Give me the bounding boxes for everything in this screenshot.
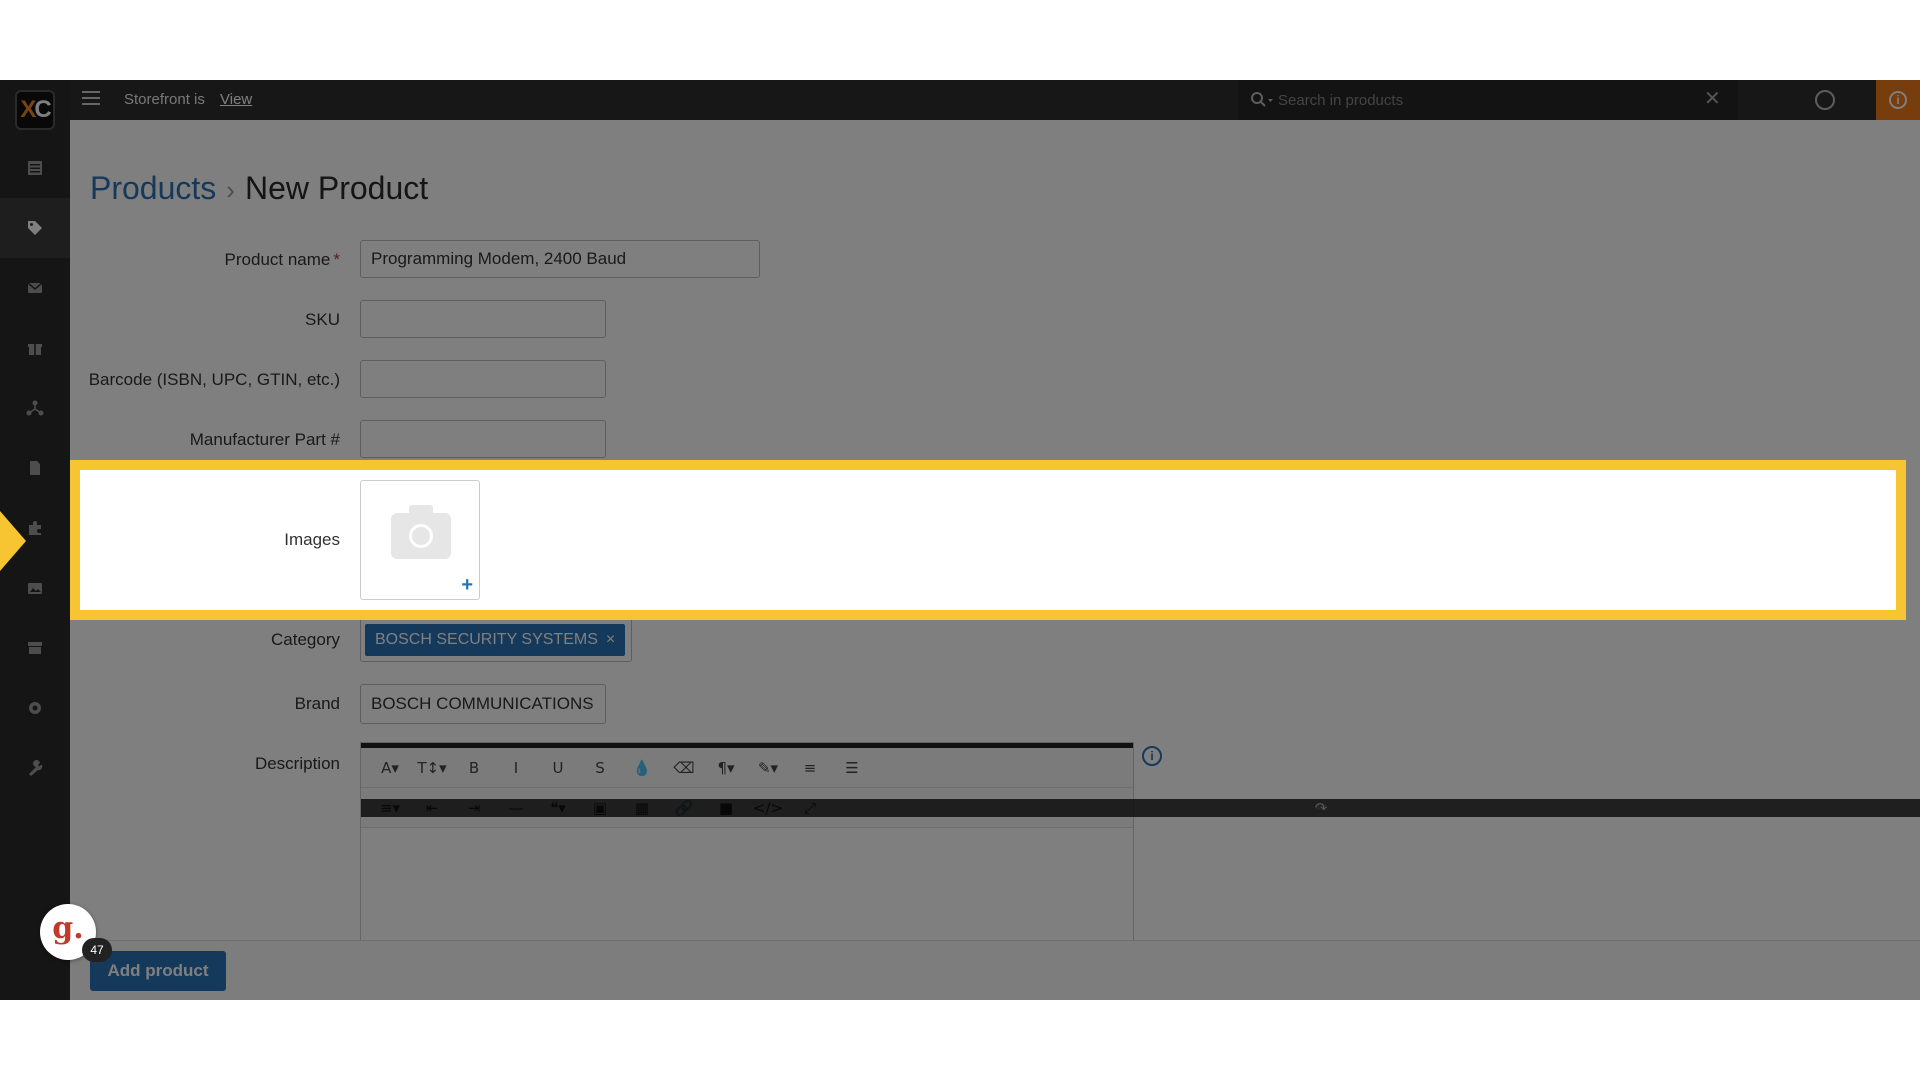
brand-label: Brand [294, 694, 340, 713]
tag-icon [28, 221, 42, 235]
sku-input[interactable] [360, 300, 606, 338]
remove-tag-icon[interactable]: × [606, 631, 615, 648]
editor-r2-button-2[interactable]: ⇥ [453, 799, 495, 817]
logo-c: C [34, 96, 51, 123]
editor-r1-button-5[interactable]: S [579, 759, 621, 777]
chevron-down-icon: ⌄ [584, 697, 595, 711]
info-icon[interactable]: i [1142, 746, 1162, 766]
breadcrumb-separator: › [226, 175, 235, 205]
required-mark: * [333, 250, 340, 269]
category-tag: BOSCH SECURITY SYSTEMS × [365, 624, 626, 656]
editor-r2-button-12[interactable]: ⤢ [789, 799, 831, 817]
topbar: Storefront is View ✕ i [70, 80, 1920, 120]
editor-r2-button-4[interactable]: ❝▾ [537, 799, 579, 817]
editor-r1-button-4[interactable]: U [537, 759, 579, 777]
puzzle-icon [29, 521, 41, 535]
main-content: Products › New Product Product name * Progr… [70, 120, 1920, 1000]
editor-toolbar-row-1: A▾ T↕▾ B I U S 💧 ⌫ ¶▾ ✎▾ ≡ ☰ [361, 748, 1133, 788]
sidebar-item-orders[interactable] [0, 138, 70, 198]
barcode-input[interactable] [360, 360, 606, 398]
editor-r1-button-1[interactable]: T↕▾ [411, 759, 453, 777]
sitemap-icon [26, 400, 44, 416]
envelope-icon [27, 282, 43, 293]
page-title: New Product [244, 170, 429, 206]
editor-r2-button-0[interactable]: ≡▾ [369, 799, 411, 817]
list-icon [28, 161, 42, 175]
editor-r1-button-9[interactable]: ✎▾ [747, 759, 789, 777]
sidebar-item-network[interactable] [0, 378, 70, 438]
search-input[interactable] [1278, 86, 1678, 114]
description-label: Description [254, 754, 340, 773]
product-name-input[interactable]: Programming Modem, 2400 Baud [360, 240, 760, 278]
sidebar-item-tools[interactable] [0, 738, 70, 798]
gear-icon [29, 702, 41, 714]
editor-r1-button-10[interactable]: ≡ [789, 759, 831, 777]
search-box: ✕ [1238, 80, 1738, 120]
sku-label: SKU [305, 310, 340, 329]
editor-r2-button-6[interactable]: ▦ [621, 799, 663, 817]
grammarly-badge: 47 [82, 938, 112, 962]
editor-r1-button-8[interactable]: ¶▾ [705, 759, 747, 777]
editor-r1-button-3[interactable]: I [495, 759, 537, 777]
info-icon: i [1889, 91, 1907, 109]
menu-icon[interactable] [82, 91, 100, 105]
sidebar-item-content[interactable] [0, 438, 70, 498]
camera-icon [391, 505, 451, 559]
editor-r1-button-0[interactable]: A▾ [369, 759, 411, 777]
product-name-label: Product name * [224, 250, 340, 269]
storefront-view-link[interactable]: View [220, 91, 252, 108]
category-label: Category [271, 630, 340, 649]
storefront-status: Storefront is [124, 91, 205, 108]
search-icon[interactable] [1250, 91, 1274, 109]
sticky-action-bar: Add product [70, 940, 1920, 1000]
barcode-label: Barcode (ISBN, UPC, GTIN, etc.) [88, 370, 340, 389]
editor-r2-button-1[interactable]: ⇤ [411, 799, 453, 817]
editor-r1-button-11[interactable]: ☰ [831, 759, 873, 777]
editor-toolbar-row-2: ≡▾ ⇤ ⇥ — ❝▾ ▣ ▦ 🔗 ■ ↶ ↷ </> ⤢ [361, 788, 1920, 828]
images-label: Images [284, 530, 340, 549]
editor-r2-button-7[interactable]: 🔗 [663, 799, 705, 817]
image-icon [28, 583, 42, 594]
breadcrumb-products-link[interactable]: Products [90, 170, 216, 206]
manufacturer-part-input[interactable] [360, 420, 606, 458]
sidebar-item-catalog[interactable] [0, 198, 70, 258]
add-image-icon[interactable]: + [461, 574, 473, 597]
user-account-icon[interactable] [1815, 90, 1835, 110]
editor-r2-button-5[interactable]: ▣ [579, 799, 621, 817]
editor-r2-button-11[interactable]: </> [747, 799, 789, 817]
sidebar-item-promotions[interactable] [0, 318, 70, 378]
xc-logo[interactable]: XC [15, 90, 55, 130]
close-icon[interactable]: ✕ [1704, 89, 1721, 109]
category-tag-label: BOSCH SECURITY SYSTEMS [375, 631, 598, 648]
info-button[interactable]: i [1876, 80, 1920, 120]
breadcrumb: Products › New Product [90, 170, 428, 207]
highlight-pointer [0, 511, 26, 571]
sidebar-item-store[interactable] [0, 618, 70, 678]
wrench-icon [29, 760, 43, 776]
logo-x: X [20, 96, 36, 123]
editor-r1-button-2[interactable]: B [453, 759, 495, 777]
brand-select[interactable]: BOSCH COMMUNICATIONS ⌄ [360, 684, 606, 724]
image-upload-box[interactable]: + [360, 480, 480, 600]
store-icon [28, 642, 42, 654]
manufacturer-part-label: Manufacturer Part # [189, 430, 340, 449]
sidebar-item-settings[interactable] [0, 678, 70, 738]
add-product-button[interactable]: Add product [90, 951, 226, 991]
editor-r2-button-8[interactable]: ■ [705, 799, 747, 817]
editor-r2-button-3[interactable]: — [495, 799, 537, 817]
sidebar-item-messages[interactable] [0, 258, 70, 318]
category-select[interactable]: BOSCH SECURITY SYSTEMS × [360, 618, 632, 662]
app-window: XC Storefront is View Search in products… [0, 80, 1920, 1000]
gift-icon [28, 344, 42, 355]
brand-value: BOSCH COMMUNICATIONS [371, 694, 594, 713]
file-icon [30, 461, 40, 475]
editor-r1-button-6[interactable]: 💧 [621, 759, 663, 777]
editor-r1-button-7[interactable]: ⌫ [663, 759, 705, 777]
